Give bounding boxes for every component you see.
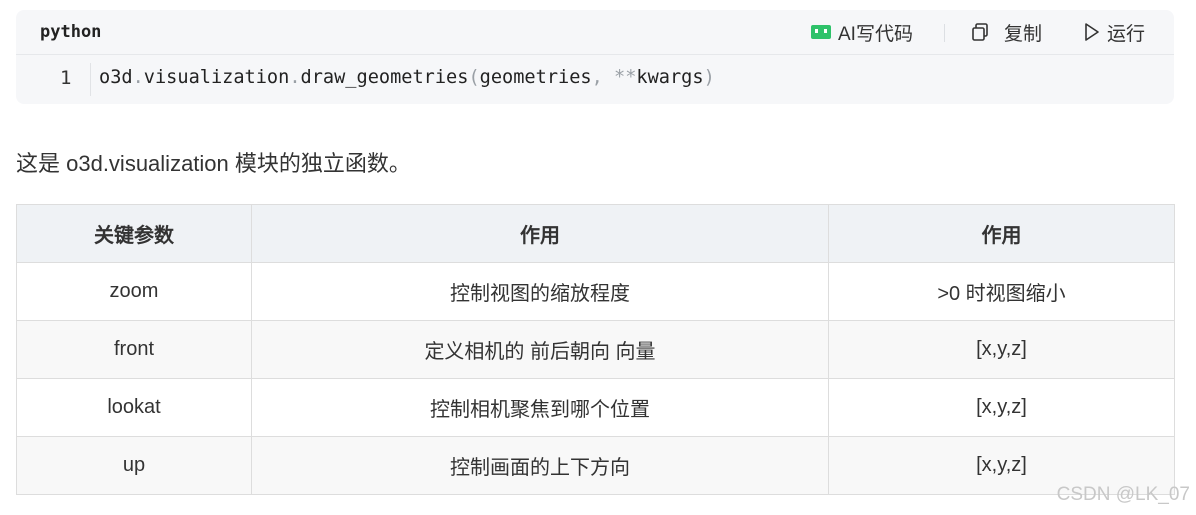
copy-icon	[970, 22, 990, 42]
table-cell: 控制画面的上下方向	[251, 436, 829, 495]
watermark: CSDN @LK_07	[1056, 484, 1190, 505]
code-paren-open: (	[468, 67, 480, 88]
ai-write-code-button[interactable]: AI写代码	[810, 19, 913, 45]
table-row: lookat 控制相机聚焦到哪个位置 [x,y,z]	[16, 378, 1175, 437]
ai-write-code-label: AI写代码	[838, 23, 913, 45]
code-comma: ,	[591, 67, 603, 88]
code-arg-geometries: geometries	[479, 67, 592, 88]
table-row: zoom 控制视图的缩放程度 >0 时视图缩小	[16, 262, 1175, 321]
gutter-divider	[90, 63, 91, 96]
description-text: 这是 o3d.visualization 模块的独立函数。	[16, 151, 411, 176]
code-line[interactable]: o3d.visualization.draw_geometries(geomet…	[99, 67, 715, 88]
code-dot: .	[289, 67, 301, 88]
table-header-row: 关键参数 作用 作用	[16, 204, 1175, 263]
table-row: front 定义相机的 前后朝向 向量 [x,y,z]	[16, 320, 1175, 379]
table-cell: 控制视图的缩放程度	[251, 262, 829, 321]
header-effect: 作用	[251, 204, 829, 263]
run-button[interactable]: 运行	[1083, 19, 1145, 45]
code-block-header: python AI写代码 复制 运行	[16, 10, 1174, 55]
table-row: up 控制画面的上下方向 [x,y,z]	[16, 436, 1175, 495]
toolbar-divider	[944, 24, 945, 42]
header-effect-2: 作用	[828, 204, 1175, 263]
code-submodule: visualization	[143, 67, 290, 88]
code-double-star: **	[614, 67, 637, 88]
code-module: o3d	[99, 67, 133, 88]
table-cell: [x,y,z]	[828, 320, 1175, 379]
copy-label: 复制	[1004, 23, 1043, 45]
table-cell: [x,y,z]	[828, 378, 1175, 437]
parameters-table: 关键参数 作用 作用 zoom 控制视图的缩放程度 >0 时视图缩小 front…	[16, 204, 1175, 495]
copy-button[interactable]: 复制	[970, 19, 1042, 45]
code-arg-kwargs: kwargs	[636, 67, 704, 88]
table-cell: 定义相机的 前后朝向 向量	[251, 320, 829, 379]
table-cell: front	[16, 320, 252, 379]
code-paren-close: )	[703, 67, 715, 88]
code-body[interactable]: 1 o3d.visualization.draw_geometries(geom…	[16, 55, 1174, 104]
line-number: 1	[60, 67, 72, 89]
play-icon	[1083, 22, 1101, 42]
table-cell: >0 时视图缩小	[828, 262, 1175, 321]
run-label: 运行	[1107, 23, 1146, 45]
code-language-label: python	[40, 22, 102, 42]
code-dot: .	[132, 67, 144, 88]
header-key-params: 关键参数	[16, 204, 252, 263]
table-cell: lookat	[16, 378, 252, 437]
table-cell: 控制相机聚焦到哪个位置	[251, 378, 829, 437]
table-cell: zoom	[16, 262, 252, 321]
ai-robot-icon	[810, 23, 832, 41]
code-block: python AI写代码 复制 运行 1 o3d.visualization.d…	[16, 10, 1174, 104]
table-cell: up	[16, 436, 252, 495]
code-function: draw_geometries	[300, 67, 469, 88]
